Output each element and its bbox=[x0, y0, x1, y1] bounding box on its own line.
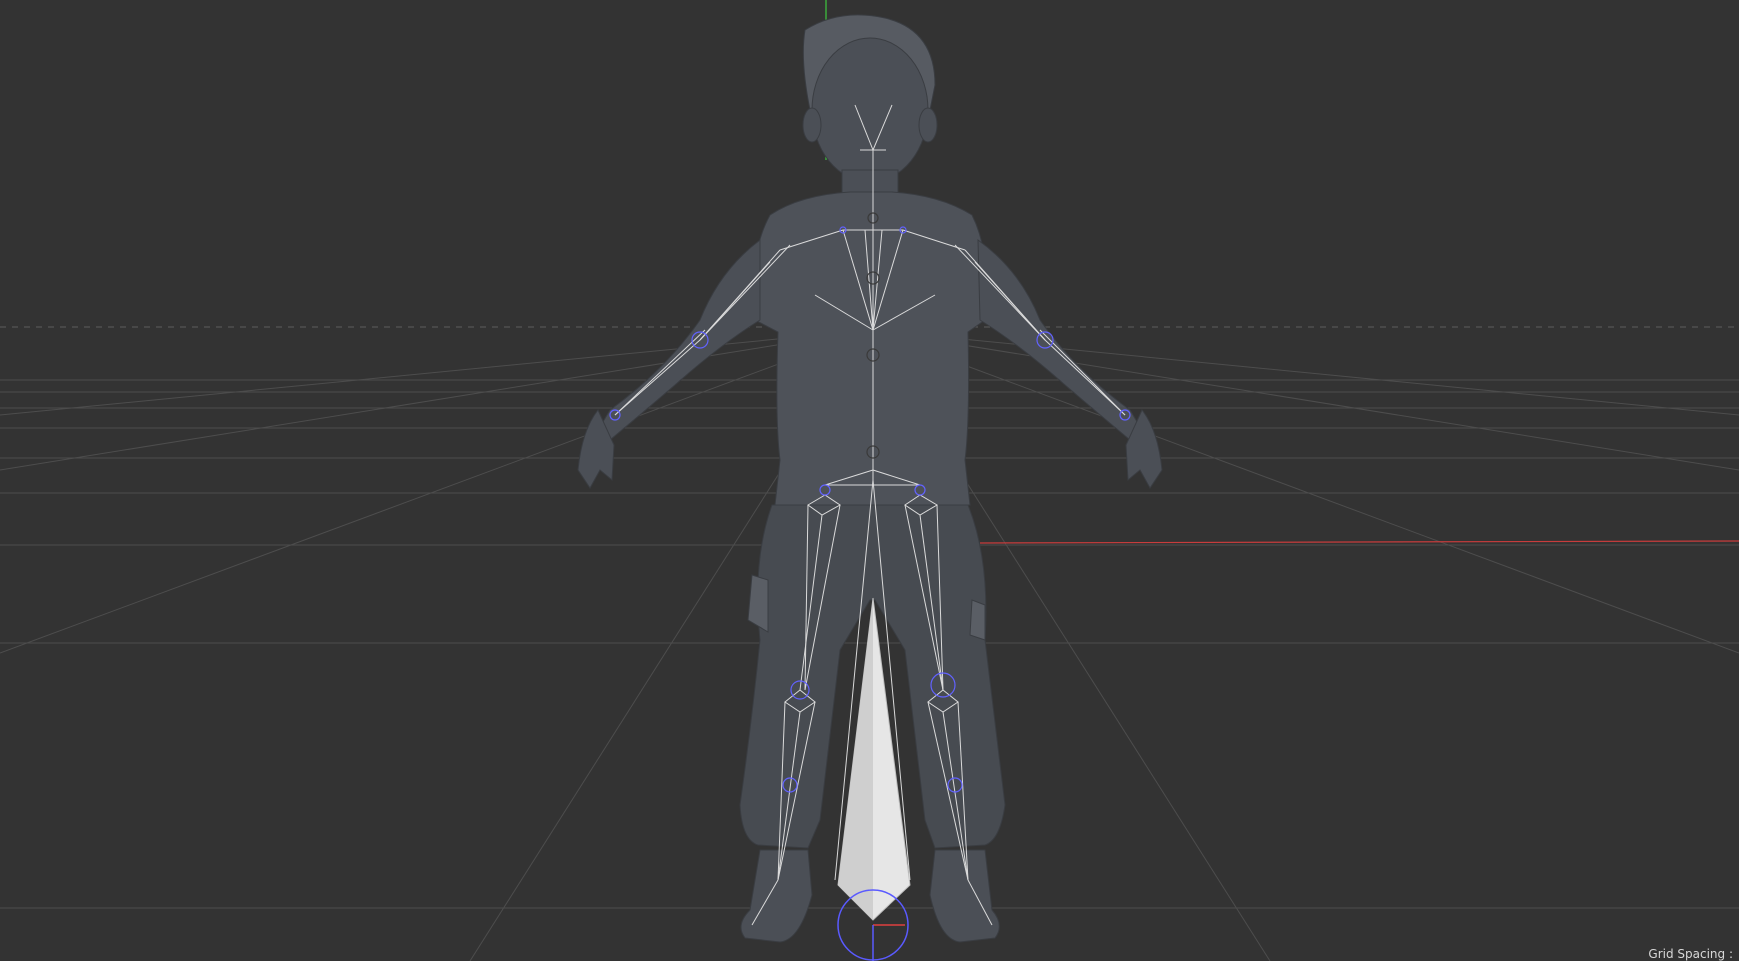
viewport-scene[interactable] bbox=[0, 0, 1739, 961]
3d-viewport[interactable]: Grid Spacing : bbox=[0, 0, 1739, 961]
x-axis-line bbox=[979, 540, 1739, 544]
grid-spacing-label: Grid Spacing : bbox=[1648, 947, 1733, 961]
